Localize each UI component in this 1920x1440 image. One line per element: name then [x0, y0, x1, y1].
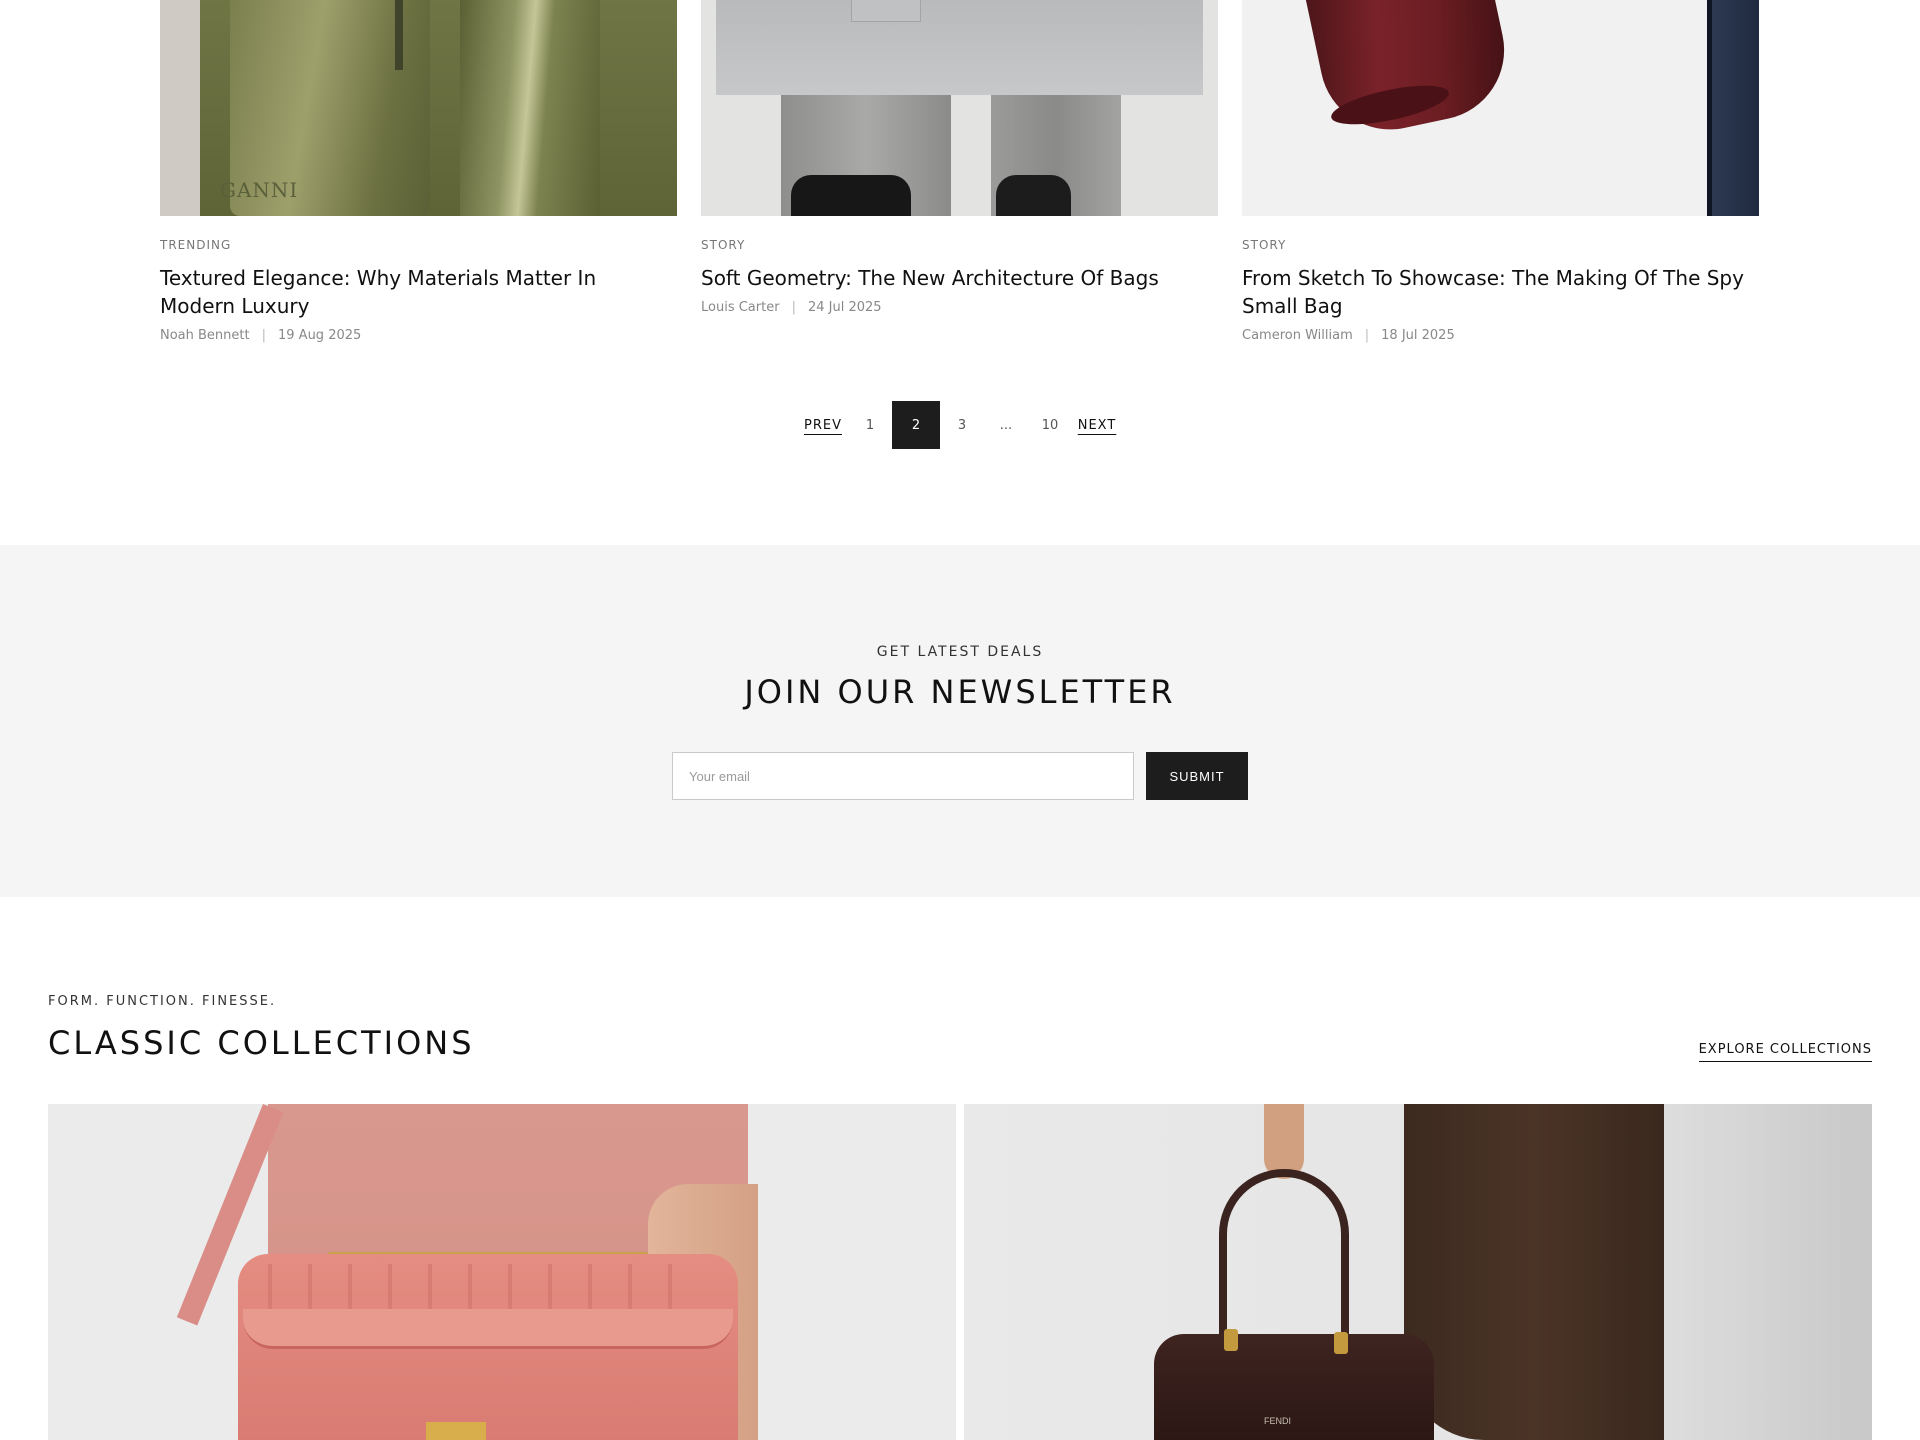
blog-card-meta: Cameron William | 18 Jul 2025 [1242, 328, 1759, 343]
blog-card-author: Cameron William [1242, 328, 1353, 343]
page-link-3[interactable]: 3 [940, 401, 984, 449]
prev-page-link[interactable]: PREV [798, 401, 848, 449]
collections-grid: FENDI [48, 1104, 1872, 1440]
meta-separator: | [1364, 328, 1370, 343]
newsletter-form: SUBMIT [672, 752, 1248, 800]
blog-card[interactable]: STORY Soft Geometry: The New Architectur… [701, 0, 1218, 343]
blog-card-meta: Louis Carter | 24 Jul 2025 [701, 300, 1218, 315]
collections-title: CLASSIC COLLECTIONS [48, 1024, 475, 1062]
blog-card-tag: STORY [1242, 238, 1287, 252]
explore-collections-link[interactable]: EXPLORE COLLECTIONS [1698, 1042, 1872, 1062]
blog-card-title[interactable]: Soft Geometry: The New Architecture Of B… [701, 264, 1218, 292]
collection-card-pink-bag[interactable] [48, 1104, 956, 1440]
page-link-1[interactable]: 1 [848, 401, 892, 449]
page-link-10[interactable]: 10 [1028, 401, 1072, 449]
newsletter-title: JOIN OUR NEWSLETTER [744, 673, 1176, 711]
blog-card-image[interactable]: GANNI [160, 0, 677, 216]
bag-logo-text: FENDI [1264, 1416, 1291, 1426]
submit-button[interactable]: SUBMIT [1146, 752, 1248, 800]
newsletter-eyebrow: GET LATEST DEALS [876, 644, 1044, 660]
blog-card-grid: GANNI TRENDING Textured Elegance: Why Ma… [160, 0, 1760, 343]
blog-card[interactable]: STORY From Sketch To Showcase: The Makin… [1242, 0, 1759, 343]
blog-card-tag: STORY [701, 238, 746, 252]
meta-separator: | [791, 300, 796, 315]
next-page-link[interactable]: NEXT [1072, 401, 1122, 449]
page-link-current[interactable]: 2 [892, 401, 940, 449]
collections-eyebrow: FORM. FUNCTION. FINESSE. [48, 994, 277, 1009]
email-input[interactable] [672, 752, 1134, 800]
blog-card-image[interactable] [1242, 0, 1759, 216]
blog-card-image[interactable] [701, 0, 1218, 216]
blog-card-date: 19 Aug 2025 [278, 328, 362, 343]
blog-card[interactable]: GANNI TRENDING Textured Elegance: Why Ma… [160, 0, 677, 343]
meta-separator: | [261, 328, 266, 343]
blog-card-date: 18 Jul 2025 [1381, 328, 1455, 343]
blog-card-title[interactable]: Textured Elegance: Why Materials Matter … [160, 264, 677, 320]
collection-card-brown-bag[interactable]: FENDI [964, 1104, 1872, 1440]
newsletter-section: GET LATEST DEALS JOIN OUR NEWSLETTER SUB… [0, 545, 1920, 897]
pagination: PREV 1 2 3 ... 10 NEXT [0, 401, 1920, 449]
page-ellipsis: ... [999, 417, 1013, 433]
blog-card-meta: Noah Bennett | 19 Aug 2025 [160, 328, 677, 343]
bag-logo-text: GANNI [220, 178, 299, 202]
blog-card-tag: TRENDING [160, 238, 232, 252]
blog-card-date: 24 Jul 2025 [807, 300, 882, 315]
blog-card-title[interactable]: From Sketch To Showcase: The Making Of T… [1242, 264, 1759, 320]
blog-card-author: Noah Bennett [160, 328, 250, 343]
blog-card-author: Louis Carter [701, 300, 780, 315]
